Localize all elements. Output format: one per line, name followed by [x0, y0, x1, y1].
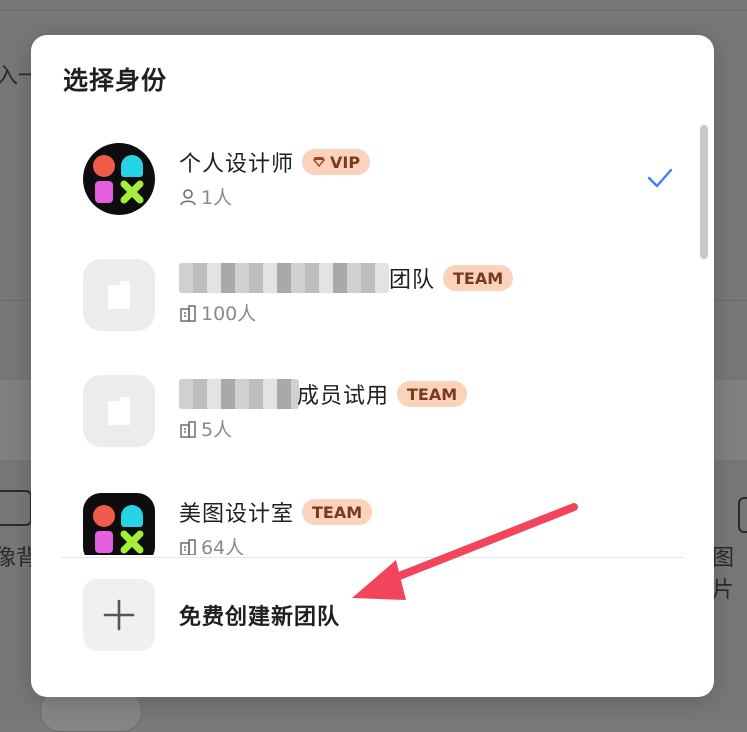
bg-divider	[0, 10, 747, 11]
identity-name: 美图设计室	[179, 502, 295, 527]
brand-logo-avatar	[83, 143, 155, 215]
building-icon	[180, 304, 196, 322]
member-count: 100人	[179, 299, 256, 326]
obscured-name	[179, 263, 389, 293]
plus-icon	[103, 599, 135, 631]
identity-name: 团队	[389, 268, 436, 293]
bg-picture-icon	[738, 497, 747, 533]
identity-list[interactable]: 个人设计师 VIP 1人 团队 TEAM 100人 成员试用 TEAM 5人 美…	[31, 123, 714, 555]
team-badge: TEAM	[302, 499, 373, 525]
select-identity-modal: 选择身份 个人设计师 VIP 1人 团队 TEAM 100人 成员试用 TEAM…	[31, 35, 714, 697]
modal-title: 选择身份	[63, 66, 168, 95]
identity-name: 个人设计师	[179, 152, 295, 177]
create-team-button[interactable]: 免费创建新团队	[83, 579, 483, 651]
plus-icon-box	[83, 579, 155, 651]
building-icon	[180, 420, 196, 438]
team-badge: TEAM	[443, 265, 514, 291]
create-team-label: 免费创建新团队	[179, 605, 341, 630]
identity-item-trial[interactable]: 成员试用 TEAM 5人	[83, 375, 673, 449]
list-divider	[61, 557, 684, 558]
identity-item-studio[interactable]: 美图设计室 TEAM 64人	[83, 493, 673, 555]
building-icon	[180, 538, 196, 555]
brand-logo-avatar	[83, 493, 155, 555]
bg-image-icon	[0, 490, 32, 526]
person-icon	[180, 188, 196, 205]
building-icon	[108, 397, 130, 425]
member-count: 5人	[179, 415, 232, 442]
bg-partial-text: 图片	[712, 546, 735, 603]
member-count: 64人	[179, 533, 244, 555]
list-scrollbar[interactable]	[700, 125, 708, 259]
identity-item-team[interactable]: 团队 TEAM 100人	[83, 259, 673, 333]
obscured-name	[179, 379, 299, 409]
team-avatar	[83, 375, 155, 447]
member-count: 1人	[179, 183, 232, 210]
team-badge: TEAM	[397, 381, 468, 407]
identity-item-personal[interactable]: 个人设计师 VIP 1人	[83, 143, 673, 217]
team-avatar	[83, 259, 155, 331]
building-icon	[108, 281, 130, 309]
heart-gem-icon	[313, 157, 326, 167]
vip-badge: VIP	[302, 149, 371, 175]
check-icon	[647, 168, 673, 188]
identity-name: 成员试用	[297, 384, 390, 409]
